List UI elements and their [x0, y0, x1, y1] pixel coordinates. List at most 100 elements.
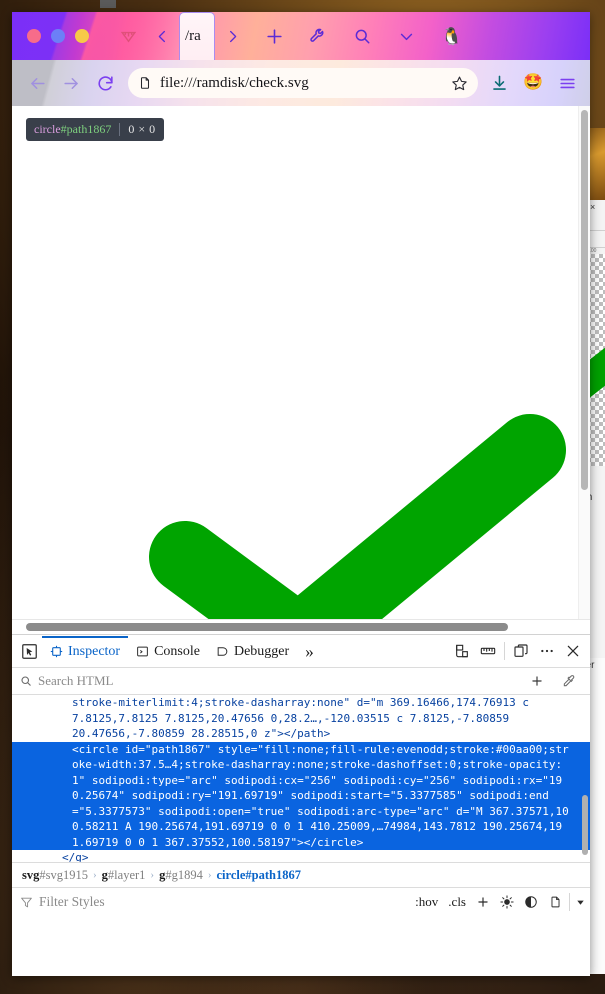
list-all-tabs-icon[interactable] — [389, 19, 423, 53]
page-scrollbar-thumb[interactable] — [581, 110, 588, 490]
eyedropper-icon[interactable] — [556, 668, 582, 694]
element-class-button[interactable]: .cls — [443, 894, 471, 910]
dom-line-above-3[interactable]: 20.47656,-7.80859 28.28515,0 z"></path> — [12, 726, 590, 742]
inspector-infobar: circle#path1867 0 × 0 — [26, 118, 164, 141]
browser-tab-active[interactable]: /ra — [179, 12, 215, 60]
back-button[interactable] — [20, 66, 54, 100]
developer-tools-panel: Inspector Console Debugger » Search HTML… — [12, 634, 590, 916]
wrench-icon[interactable] — [301, 19, 335, 53]
breadcrumb-separator: › — [93, 869, 97, 881]
breadcrumb-id: #g1894 — [165, 867, 203, 882]
tab-console-label: Console — [154, 643, 200, 659]
dom-line-above-1[interactable]: stroke-miterlimit:4;stroke-dasharray:non… — [12, 695, 590, 711]
page-content[interactable]: circle#path1867 0 × 0 — [12, 106, 590, 619]
tab-inspector-label: Inspector — [68, 643, 121, 659]
extension-icon[interactable]: 🤩 — [516, 66, 550, 100]
search-html-input[interactable]: Search HTML — [38, 673, 518, 689]
devtools-search-row: Search HTML — [12, 668, 590, 695]
breadcrumb-item-svg[interactable]: svg #svg1915 — [22, 868, 88, 883]
maximize-window-button[interactable] — [75, 29, 89, 43]
tab-inspector[interactable]: Inspector — [42, 636, 128, 667]
styles-filter-bar: Filter Styles :hov .cls — [12, 887, 590, 916]
breadcrumb-item-layer1[interactable]: g #layer1 — [102, 868, 146, 883]
page-scrollbar-vertical[interactable] — [578, 106, 590, 619]
account-avatar[interactable]: 🐧 — [435, 19, 469, 53]
new-tab-icon[interactable] — [257, 19, 291, 53]
checkmark-svg — [149, 414, 566, 619]
avatar-glyph: 🐧 — [441, 26, 463, 46]
tab-next-icon[interactable] — [215, 19, 249, 53]
navigation-toolbar: file:///ramdisk/check.svg 🤩 — [12, 60, 590, 106]
add-node-button[interactable] — [524, 668, 550, 694]
document-icon — [138, 75, 152, 91]
dock-to-side-icon[interactable] — [508, 638, 534, 664]
measure-tool-icon[interactable] — [475, 638, 501, 664]
app-menu-icon[interactable] — [550, 66, 584, 100]
toolbar-divider — [504, 642, 505, 660]
reload-button[interactable] — [88, 66, 122, 100]
breadcrumb-id: #svg1915 — [39, 867, 88, 882]
page-scrollbar-horizontal[interactable] — [12, 619, 590, 634]
dom-selected-node[interactable]: <circle id="path1867" style="fill:none;f… — [12, 741, 590, 850]
search-icon — [20, 675, 32, 687]
filter-styles-input[interactable]: Filter Styles — [39, 894, 410, 910]
extension-glyph: 🤩 — [523, 74, 543, 91]
breadcrumb-item-g1894[interactable]: g #g1894 — [159, 868, 203, 883]
infobar-dimensions: 0 × 0 — [128, 122, 156, 136]
url-input[interactable]: file:///ramdisk/check.svg — [160, 75, 443, 92]
breadcrumb-id: #path1867 — [245, 867, 301, 882]
firefox-view-icon[interactable] — [111, 19, 145, 53]
breadcrumb-element: circle — [216, 867, 246, 882]
tab-label: /ra — [185, 28, 201, 44]
tab-console[interactable]: Console — [128, 636, 208, 667]
window-controls — [27, 29, 89, 43]
browser-window: /ra 🐧 file:///ramdisk/check.svg 🤩 circle… — [12, 12, 590, 976]
add-rule-button[interactable] — [471, 890, 495, 914]
tab-debugger-label: Debugger — [233, 643, 290, 659]
search-icon[interactable] — [345, 19, 379, 53]
filter-icon — [20, 896, 33, 909]
close-devtools-icon[interactable] — [560, 638, 586, 664]
pseudo-class-hov-button[interactable]: :hov — [410, 894, 443, 910]
element-picker-icon[interactable] — [16, 638, 42, 664]
tab-prev-icon[interactable] — [145, 19, 179, 53]
infobar-tag: circle — [34, 122, 61, 136]
forward-button[interactable] — [54, 66, 88, 100]
debugger-icon — [216, 645, 229, 658]
dom-scrollbar[interactable] — [580, 695, 590, 862]
dom-closing-tag-1[interactable]: </g> — [12, 850, 590, 862]
svg-checkmark-graphic[interactable] — [12, 106, 590, 619]
bookmark-star-icon[interactable] — [451, 75, 468, 92]
infobar-id: #path1867 — [60, 122, 112, 136]
responsive-design-mode-icon[interactable] — [449, 638, 475, 664]
minimize-window-button[interactable] — [51, 29, 65, 43]
dom-scrollbar-thumb[interactable] — [582, 795, 588, 855]
print-media-page-icon[interactable] — [543, 890, 567, 914]
tab-debugger[interactable]: Debugger — [208, 636, 297, 667]
infobar-divider — [119, 123, 121, 136]
devtools-overflow-button[interactable]: » — [297, 636, 322, 667]
breadcrumb: svg #svg1915 › g #layer1 › g #g1894 › circl… — [12, 862, 590, 887]
taskbar-nub — [100, 0, 116, 8]
styles-bar-divider — [569, 893, 570, 911]
breadcrumb-id: #layer1 — [107, 867, 146, 882]
more-options-icon[interactable] — [534, 638, 560, 664]
inspector-icon — [50, 645, 63, 658]
dom-tree-panel[interactable]: stroke-miterlimit:4;stroke-dasharray:non… — [12, 695, 590, 862]
expand-pane-button[interactable] — [572, 890, 588, 914]
console-icon — [136, 645, 149, 658]
close-window-button[interactable] — [27, 29, 41, 43]
tab-strip: /ra 🐧 — [12, 12, 590, 60]
dom-line-above-2[interactable]: 7.8125,7.8125 7.8125,20.47656 0,28.2…,-1… — [12, 711, 590, 727]
breadcrumb-separator: › — [207, 869, 212, 881]
moon-icon[interactable] — [519, 890, 543, 914]
downloads-icon[interactable] — [482, 66, 516, 100]
breadcrumb-element: svg — [22, 867, 40, 882]
sun-icon[interactable] — [495, 890, 519, 914]
breadcrumb-item-path1867[interactable]: circle #path1867 — [217, 868, 302, 883]
breadcrumb-separator: › — [150, 869, 155, 881]
devtools-toolbar: Inspector Console Debugger » — [12, 635, 590, 668]
url-bar[interactable]: file:///ramdisk/check.svg — [128, 68, 478, 98]
page-scrollbar-horizontal-thumb[interactable] — [26, 623, 508, 631]
devtools-overflow-label: » — [305, 641, 314, 661]
